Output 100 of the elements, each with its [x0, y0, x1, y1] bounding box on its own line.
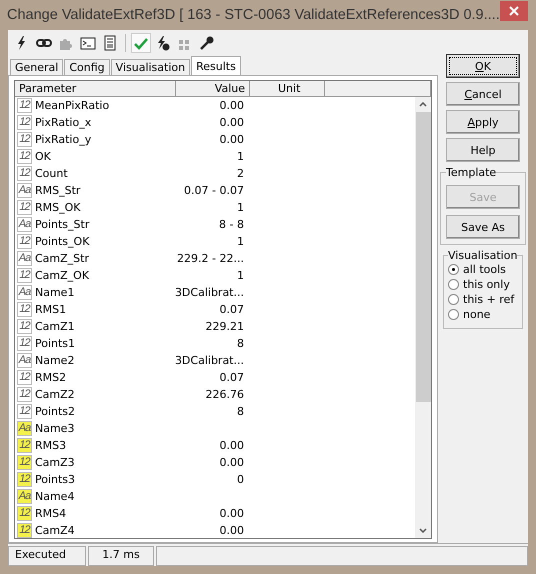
- type-icon: Aa: [17, 421, 32, 436]
- table-cell-text: 0.00: [218, 439, 244, 452]
- table-cell: CamZ1: [35, 320, 75, 333]
- status-text: 1.7 ms: [88, 546, 154, 566]
- type-icon: 12: [17, 115, 32, 130]
- radio-button[interactable]: [448, 264, 459, 275]
- type-icon: 12: [17, 166, 32, 181]
- close-icon[interactable]: [508, 6, 519, 16]
- type-icon: 12: [17, 132, 32, 147]
- table-cell: Name4: [35, 490, 74, 503]
- table-cell-text: 226.76: [204, 388, 244, 401]
- table-cell: Points1: [35, 337, 76, 350]
- table-cell-text: 0.00: [218, 116, 244, 129]
- type-icon: 12: [17, 319, 32, 334]
- table-cell-text: 0.07: [218, 371, 244, 384]
- table-cell: Points3: [35, 473, 76, 486]
- table-cell-text: 1: [236, 201, 244, 214]
- type-icon: 12: [17, 302, 32, 317]
- table-cell: Points_OK: [35, 235, 90, 248]
- radio-label[interactable]: this only: [463, 278, 510, 291]
- radio-button[interactable]: [448, 309, 459, 320]
- table-cell-text: 1: [236, 150, 244, 163]
- table-cell-text: 3DCalibrat...: [174, 286, 244, 299]
- dialog-button[interactable]: Apply: [446, 110, 520, 134]
- table-cell-text: 0.00: [218, 507, 244, 520]
- table-cell: OK: [35, 150, 51, 163]
- table-cell: RMS_Str: [35, 184, 80, 197]
- type-icon: 12: [17, 268, 32, 283]
- type-icon: 12: [17, 336, 32, 351]
- table-cell: PixRatio_y: [35, 133, 92, 146]
- tab[interactable]: Visualisation: [110, 59, 190, 75]
- table-cell-text: 8: [236, 405, 244, 418]
- checkmark-icon[interactable]: [131, 33, 151, 53]
- radio-label[interactable]: none: [463, 308, 490, 321]
- type-icon: Aa: [17, 251, 32, 266]
- scroll-up-icon[interactable]: [419, 102, 427, 107]
- tab[interactable]: General: [10, 59, 64, 75]
- table-cell: CamZ3: [35, 456, 75, 469]
- table-cell: CamZ_OK: [35, 269, 90, 282]
- type-icon: 12: [17, 455, 32, 470]
- column-header[interactable]: Value: [176, 81, 250, 97]
- table-cell-text: 8: [236, 337, 244, 350]
- table-cell: RMS1: [35, 303, 66, 316]
- type-icon: 12: [17, 523, 32, 538]
- radio-label[interactable]: all tools: [463, 263, 506, 276]
- table-cell-text: 0.07: [218, 303, 244, 316]
- table-cell-text: 0: [236, 473, 244, 486]
- dialog-button[interactable]: Help: [446, 138, 520, 162]
- table-cell: Points_Str: [35, 218, 90, 231]
- type-icon: 12: [17, 149, 32, 164]
- table-cell-text: 229.2 - 22...: [176, 252, 244, 265]
- table-cell: RMS4: [35, 507, 66, 520]
- type-icon: Aa: [17, 489, 32, 504]
- type-icon: Aa: [17, 183, 32, 198]
- type-icon: Aa: [17, 285, 32, 300]
- table-cell: Count: [35, 167, 68, 180]
- type-icon: 12: [17, 404, 32, 419]
- table-cell: Points2: [35, 405, 76, 418]
- table-cell-text: 1: [236, 269, 244, 282]
- tab[interactable]: Results: [191, 56, 241, 75]
- close-button[interactable]: [500, 0, 528, 20]
- scrollbar-thumb[interactable]: [416, 112, 430, 402]
- table-cell-text: 0.00: [218, 99, 244, 112]
- table-cell-text: 0.00: [218, 456, 244, 469]
- table-cell: RMS3: [35, 439, 66, 452]
- status-text: Executed: [8, 546, 86, 566]
- table-cell: Name3: [35, 422, 74, 435]
- group-title: Visualisation: [448, 249, 518, 262]
- dialog-button[interactable]: Cancel: [446, 82, 520, 106]
- table-cell: Name1: [35, 286, 74, 299]
- template-button[interactable]: Save As: [446, 215, 520, 239]
- column-header[interactable]: Parameter: [15, 81, 176, 97]
- table-cell-text: 0.00: [218, 524, 244, 537]
- table-cell: MeanPixRatio: [35, 99, 110, 112]
- type-icon: Aa: [17, 353, 32, 368]
- column-header[interactable]: Unit: [250, 81, 325, 97]
- type-icon: 12: [17, 200, 32, 215]
- tab[interactable]: Config: [64, 59, 110, 75]
- table-cell: RMS_OK: [35, 201, 80, 214]
- window-title: Change ValidateExtRef3D [ 163 - STC-0063 ValidateExtReferences3D 0.9....: [7, 7, 500, 23]
- scroll-down-icon[interactable]: [419, 528, 427, 533]
- radio-label[interactable]: this + ref: [463, 293, 514, 306]
- table-cell-text: 229.21: [204, 320, 244, 333]
- table-cell-text: 3DCalibrat...: [174, 354, 244, 367]
- type-icon: 12: [17, 438, 32, 453]
- type-icon: 12: [17, 234, 32, 249]
- table-cell-text: 8 - 8: [218, 218, 244, 231]
- table-cell: RMS2: [35, 371, 66, 384]
- radio-button[interactable]: [448, 279, 459, 290]
- table-cell: PixRatio_x: [35, 116, 92, 129]
- table-cell: CamZ2: [35, 388, 75, 401]
- type-icon: 12: [17, 98, 32, 113]
- type-icon: 12: [17, 472, 32, 487]
- type-icon: 12: [17, 370, 32, 385]
- type-icon: 12: [17, 387, 32, 402]
- table-cell-text: 0.00: [218, 133, 244, 146]
- table-cell-text: 2: [236, 167, 244, 180]
- table-cell-text: 1: [236, 235, 244, 248]
- radio-button[interactable]: [448, 294, 459, 305]
- dialog-button[interactable]: OK: [446, 54, 520, 78]
